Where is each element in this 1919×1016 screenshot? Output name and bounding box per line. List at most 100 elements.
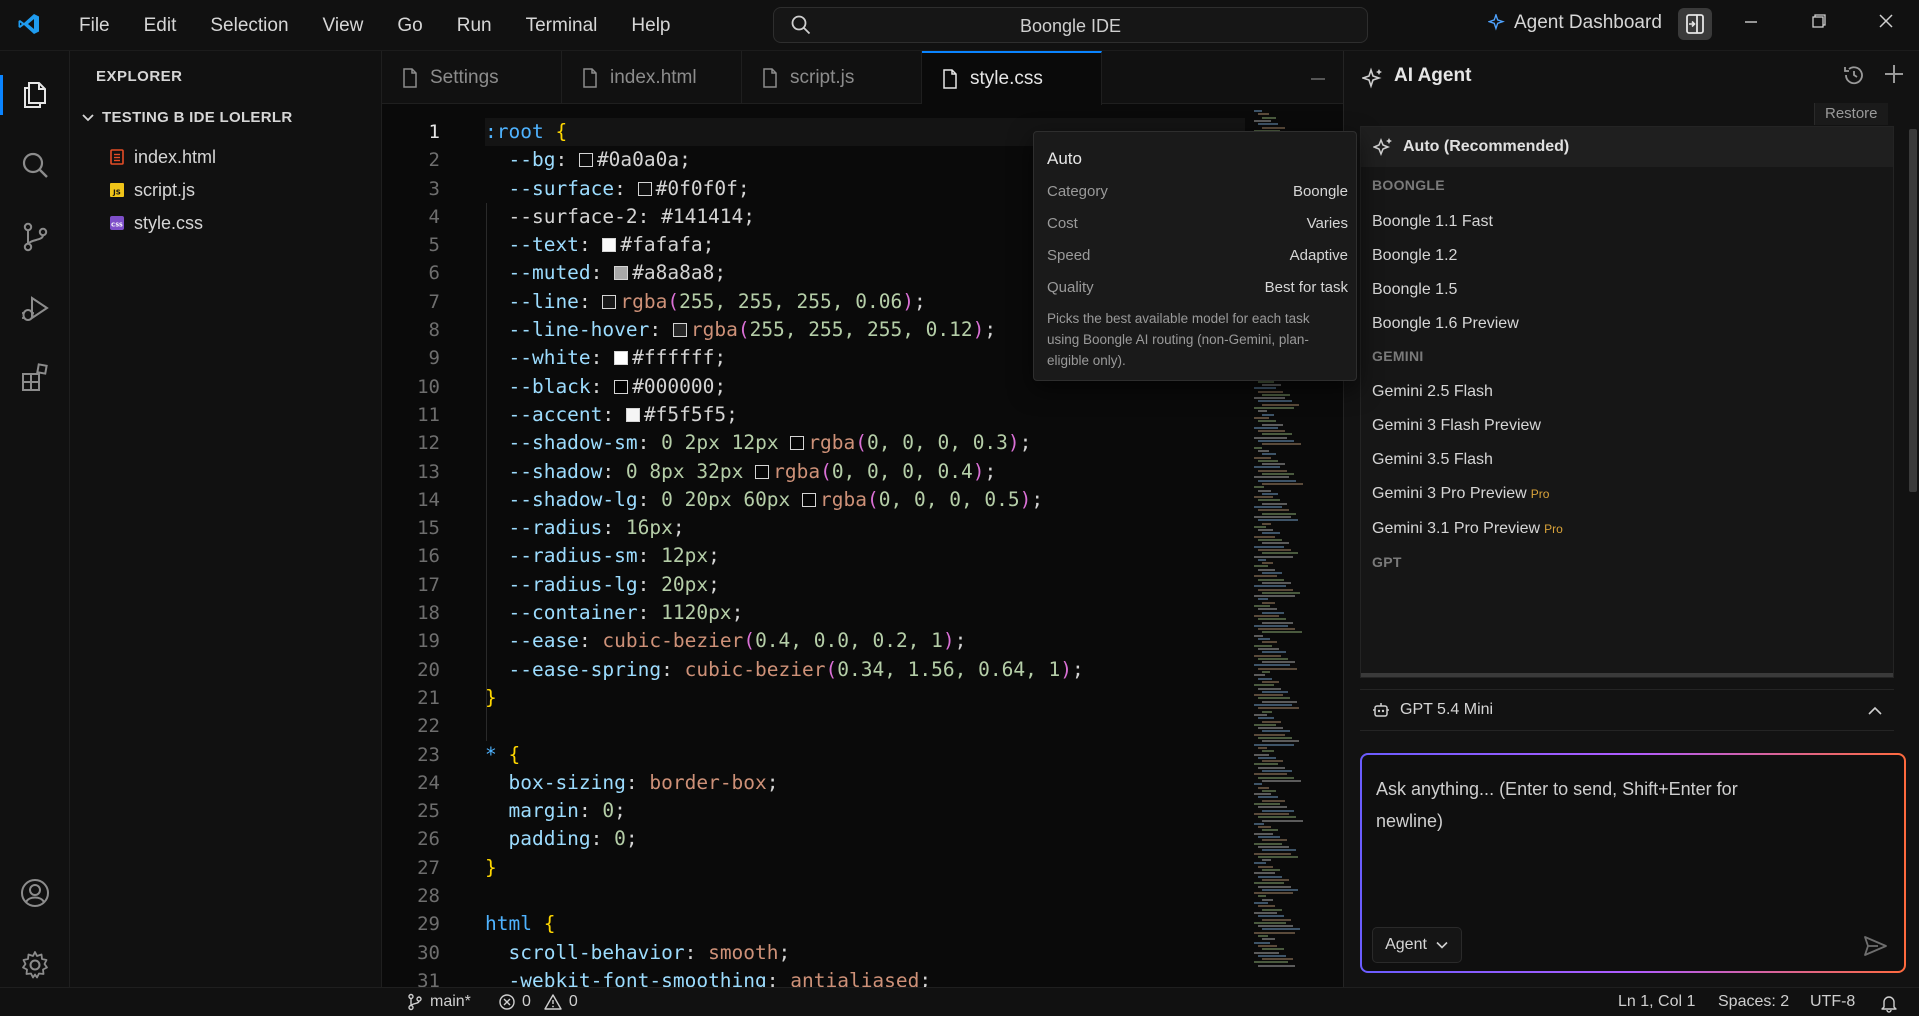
code-line[interactable]: * { bbox=[485, 741, 1245, 769]
minimap-line bbox=[1254, 634, 1263, 637]
code-line[interactable]: --shadow: 0 8px 32px rgba(0, 0, 0, 0.4); bbox=[485, 458, 1245, 486]
tab-index-html[interactable]: index.html bbox=[562, 51, 742, 104]
plus-icon[interactable] bbox=[1881, 61, 1907, 87]
code-line[interactable]: --radius-sm: 12px; bbox=[485, 542, 1245, 570]
code-line[interactable]: --ease: cubic-bezier(0.4, 0.0, 0.2, 1); bbox=[485, 627, 1245, 655]
code-line[interactable]: padding: 0; bbox=[485, 825, 1245, 853]
close-window-button[interactable] bbox=[1866, 6, 1906, 40]
model-option[interactable]: Boongle 1.6 Preview bbox=[1372, 315, 1519, 333]
restore-button[interactable]: Restore bbox=[1814, 103, 1888, 125]
tab-style-css[interactable]: style.css bbox=[922, 51, 1102, 105]
code-line[interactable]: --shadow-sm: 0 2px 12px rgba(0, 0, 0, 0.… bbox=[485, 429, 1245, 457]
app-logo-icon[interactable] bbox=[17, 12, 41, 36]
minimap-line bbox=[1262, 849, 1296, 852]
minimap-line bbox=[1258, 885, 1291, 888]
model-option-label: Boongle 1.1 Fast bbox=[1372, 213, 1493, 230]
minimap-line bbox=[1258, 440, 1294, 442]
model-option[interactable]: Boongle 1.2 bbox=[1372, 247, 1457, 265]
menu-edit[interactable]: Edit bbox=[127, 8, 194, 44]
minimap-line bbox=[1258, 875, 1282, 878]
indentation[interactable]: Spaces: 2 bbox=[1718, 993, 1789, 1011]
minimap-line bbox=[1254, 852, 1291, 855]
minimap-line bbox=[1258, 766, 1285, 769]
model-option[interactable]: Boongle 1.1 Fast bbox=[1372, 213, 1493, 231]
code-line[interactable]: --shadow-lg: 0 20px 60px rgba(0, 0, 0, 0… bbox=[485, 486, 1245, 514]
code-line[interactable]: margin: 0; bbox=[485, 797, 1245, 825]
minimap-line bbox=[1258, 578, 1284, 581]
line-number: 12 bbox=[417, 432, 440, 455]
menu-run[interactable]: Run bbox=[440, 8, 509, 44]
menu-help[interactable]: Help bbox=[614, 8, 687, 44]
code-line[interactable]: } bbox=[485, 854, 1245, 882]
model-selector[interactable]: GPT 5.4 Mini bbox=[1360, 689, 1894, 731]
minimap-line bbox=[1254, 555, 1293, 558]
tab-overflow-icon[interactable] bbox=[1303, 71, 1333, 101]
activity-accounts[interactable] bbox=[0, 867, 70, 919]
maximize-button[interactable] bbox=[1799, 6, 1839, 40]
code-line[interactable]: --accent: #f5f5f5; bbox=[485, 401, 1245, 429]
line-number: 28 bbox=[417, 885, 440, 908]
ai-panel-title: AI Agent bbox=[1394, 65, 1472, 86]
code-line[interactable]: --container: 1120px; bbox=[485, 599, 1245, 627]
model-option-label: Boongle 1.2 bbox=[1372, 247, 1458, 264]
model-option[interactable]: Boongle 1.5 bbox=[1372, 281, 1457, 299]
minimap-line bbox=[1254, 515, 1291, 518]
file-item-script-js[interactable]: JS script.js bbox=[110, 175, 195, 205]
code-line[interactable]: } bbox=[485, 684, 1245, 712]
code-line[interactable] bbox=[485, 712, 1245, 740]
branch-indicator[interactable]: main* bbox=[406, 993, 471, 1011]
activity-run-debug[interactable] bbox=[0, 283, 70, 335]
activity-source-control[interactable] bbox=[0, 211, 70, 263]
minimap-line bbox=[1262, 443, 1301, 446]
line-number: 27 bbox=[417, 856, 440, 879]
send-icon[interactable] bbox=[1860, 931, 1890, 961]
menu-go[interactable]: Go bbox=[380, 8, 439, 44]
minimap-line bbox=[1258, 420, 1276, 423]
mode-dropdown[interactable]: Agent bbox=[1372, 927, 1462, 963]
tab-settings[interactable]: Settings bbox=[382, 51, 562, 104]
chat-input[interactable]: Ask anything... (Enter to send, Shift+En… bbox=[1362, 755, 1904, 971]
minimap-line bbox=[1258, 727, 1283, 730]
sparkle-icon bbox=[1373, 137, 1392, 157]
dropdown-scrollbar-h[interactable] bbox=[1361, 673, 1893, 677]
code-line[interactable] bbox=[485, 882, 1245, 910]
activity-settings[interactable] bbox=[0, 939, 70, 991]
model-option-auto[interactable]: Auto (Recommended) bbox=[1361, 127, 1893, 167]
code-line[interactable]: --ease-spring: cubic-bezier(0.34, 1.56, … bbox=[485, 656, 1245, 684]
model-option[interactable]: Gemini 3 Pro Preview Pro bbox=[1372, 485, 1549, 503]
menu-view[interactable]: View bbox=[306, 8, 381, 44]
code-line[interactable]: scroll-behavior: smooth; bbox=[485, 939, 1245, 967]
model-option[interactable]: Gemini 2.5 Flash bbox=[1372, 383, 1493, 401]
history-icon[interactable] bbox=[1842, 63, 1866, 87]
problems-indicator[interactable]: 0 0 bbox=[498, 993, 578, 1011]
encoding[interactable]: UTF-8 bbox=[1810, 993, 1855, 1011]
menu-terminal[interactable]: Terminal bbox=[509, 8, 615, 44]
code-line[interactable]: box-sizing: border-box; bbox=[485, 769, 1245, 797]
bell-icon[interactable] bbox=[1879, 993, 1899, 1013]
tab-script-js[interactable]: script.js bbox=[742, 51, 922, 104]
file-item-style-css[interactable]: CSS style.css bbox=[110, 208, 203, 238]
command-search[interactable]: Boongle IDE bbox=[773, 7, 1368, 43]
minimize-button[interactable] bbox=[1731, 6, 1771, 40]
cursor-position[interactable]: Ln 1, Col 1 bbox=[1618, 993, 1695, 1011]
activity-explorer[interactable] bbox=[0, 69, 70, 121]
project-folder[interactable]: TESTING B IDE LOLERLR bbox=[80, 109, 292, 126]
dropdown-scrollbar[interactable] bbox=[1909, 129, 1917, 492]
code-line[interactable]: --radius-lg: 20px; bbox=[485, 571, 1245, 599]
menu-file[interactable]: File bbox=[62, 8, 127, 44]
line-number: 18 bbox=[417, 602, 440, 625]
minimap-line bbox=[1254, 644, 1272, 647]
file-item-index-html[interactable]: index.html bbox=[110, 142, 216, 172]
code-line[interactable]: html { bbox=[485, 910, 1245, 938]
agent-dashboard-button[interactable]: Agent Dashboard bbox=[1488, 12, 1662, 34]
minimap-line bbox=[1258, 608, 1277, 611]
activity-extensions[interactable] bbox=[0, 351, 70, 403]
model-option[interactable]: Gemini 3 Flash Preview bbox=[1372, 417, 1541, 435]
model-option[interactable]: Gemini 3.1 Pro Preview Pro bbox=[1372, 520, 1563, 538]
toggle-panel-button[interactable] bbox=[1678, 8, 1712, 40]
model-option[interactable]: Gemini 3.5 Flash bbox=[1372, 451, 1493, 469]
activity-search[interactable] bbox=[0, 139, 70, 191]
menu-selection[interactable]: Selection bbox=[193, 8, 305, 44]
code-line[interactable]: --radius: 16px; bbox=[485, 514, 1245, 542]
line-number: 23 bbox=[417, 743, 440, 766]
